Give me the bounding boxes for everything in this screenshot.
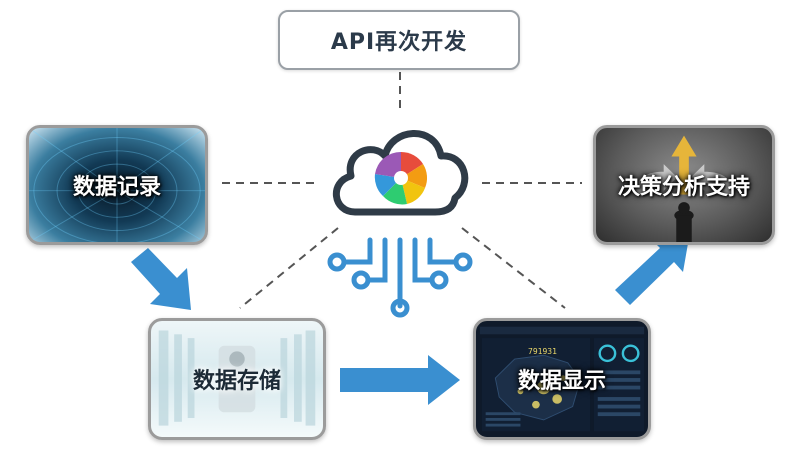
card-data-display: 791931 数据显示 <box>473 318 651 440</box>
card-label: 决策分析支持 <box>617 175 750 200</box>
dash-cloud-to-display <box>461 227 566 309</box>
circuit-connector-icon <box>327 237 473 318</box>
card-data-storage: 数据存储 <box>148 318 326 440</box>
card-label: 数据显示 <box>517 369 606 394</box>
api-redevelopment-box: API再次开发 <box>278 10 520 70</box>
arrow-record-to-storage <box>131 248 191 310</box>
card-data-record: 数据记录 <box>26 125 208 245</box>
dashboard-headline-number: 791931 <box>528 347 557 356</box>
api-label: API再次开发 <box>330 30 468 55</box>
card-label: 数据记录 <box>72 175 161 200</box>
card-decision-support: 决策分析支持 <box>593 125 775 245</box>
card-label: 数据存储 <box>192 369 281 394</box>
cloud-icon <box>332 130 469 216</box>
arrow-storage-to-display <box>340 355 460 405</box>
dash-cloud-to-storage <box>239 227 339 309</box>
